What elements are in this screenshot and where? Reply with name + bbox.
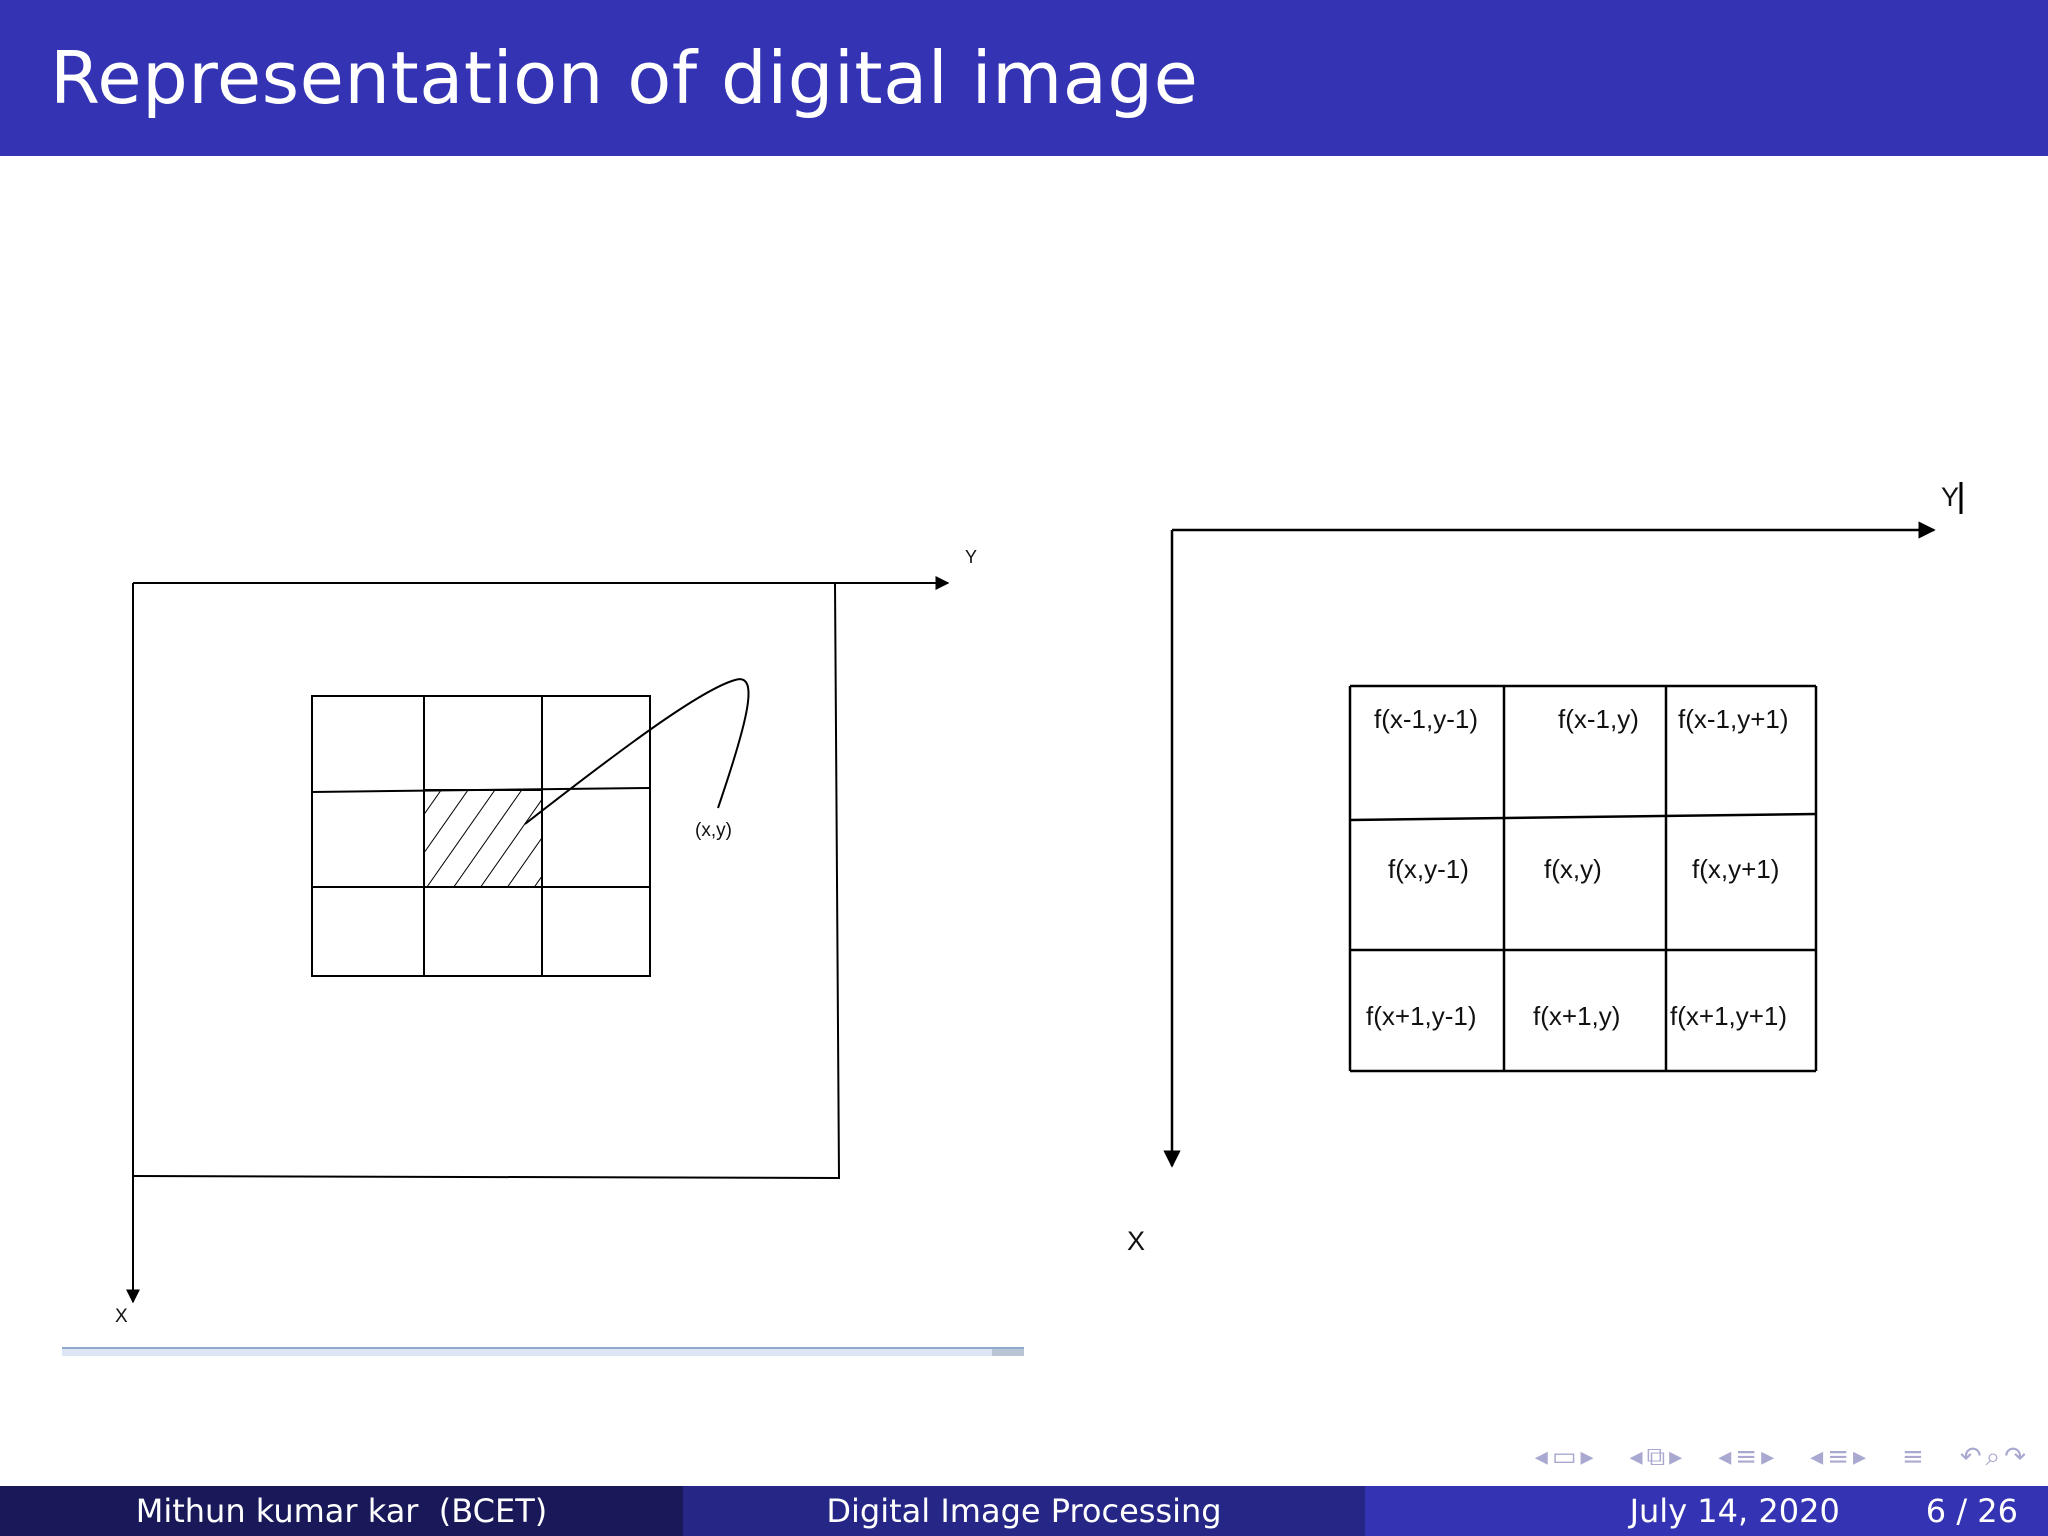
footer-author: Mithun kumar kar (BCET) (135, 1492, 548, 1530)
pixel-grid (311, 695, 651, 977)
cell-1-2: f(x,y+1) (1692, 854, 1779, 884)
subsub-prev-icon[interactable]: ◂ (1810, 1442, 1823, 1472)
cell-2-0: f(x+1,y-1) (1366, 1001, 1477, 1031)
section-next-icon[interactable]: ▸ (1761, 1442, 1774, 1472)
subsection-icon[interactable]: ⧉ (1647, 1442, 1666, 1473)
footer-date: July 14, 2020 (1629, 1492, 1840, 1530)
undo-icon[interactable]: ↶ (1960, 1442, 1982, 1472)
cell-0-1: f(x-1,y) (1558, 704, 1639, 734)
point-label: (x,y) (695, 820, 732, 841)
right-figure: Y X f(x-1,y-1) f(x-1,y) f(x-1,y+1) f(x,y… (1127, 482, 1963, 1256)
frame-next-icon[interactable]: ▸ (1580, 1442, 1593, 1472)
cell-0-0: f(x-1,y-1) (1374, 704, 1478, 734)
left-y-axis-label: Y (965, 547, 977, 567)
cell-2-1: f(x+1,y) (1533, 1001, 1620, 1031)
cell-1-0: f(x,y-1) (1388, 854, 1469, 884)
pointer-curve (524, 678, 750, 825)
section-prev-icon[interactable]: ◂ (1718, 1442, 1731, 1472)
redo-icon[interactable]: ↷ (2004, 1442, 2026, 1472)
cell-1-1: f(x,y) (1544, 854, 1602, 884)
footer-date-panel: July 14, 2020 6 / 26 (1365, 1486, 2048, 1536)
footer-author-panel: Mithun kumar kar (BCET) (0, 1486, 683, 1536)
section-icon[interactable]: ≡ (1735, 1442, 1757, 1472)
frame-icon[interactable]: ▭ (1552, 1442, 1577, 1472)
image-strip-artifact (62, 1347, 1024, 1356)
toc-icon[interactable]: ≡ (1902, 1442, 1924, 1472)
cell-2-2: f(x+1,y+1) (1670, 1001, 1787, 1031)
footer-course-panel: Digital Image Processing (683, 1486, 1365, 1536)
subsection-prev-icon[interactable]: ◂ (1630, 1442, 1643, 1472)
right-y-axis-label: Y (1941, 482, 1959, 512)
subsub-next-icon[interactable]: ▸ (1853, 1442, 1866, 1472)
search-icon[interactable]: ⌕ (1986, 1442, 2001, 1473)
neighborhood-table: f(x-1,y-1) f(x-1,y) f(x-1,y+1) f(x,y-1) … (1348, 684, 1818, 1073)
right-x-axis-label: X (1127, 1226, 1145, 1256)
frame-prev-icon[interactable]: ◂ (1535, 1442, 1548, 1472)
footer: Mithun kumar kar (BCET) Digital Image Pr… (0, 1486, 2048, 1536)
left-x-axis-label: X (115, 1306, 128, 1327)
cell-0-2: f(x-1,y+1) (1678, 704, 1789, 734)
navigation-symbols: ◂ ▭ ▸ ◂ ⧉ ▸ ◂ ≡ ▸ ◂ ≡ ▸ ≡ ↶ ⌕ ↷ (1535, 1437, 2026, 1477)
subsub-icon[interactable]: ≡ (1827, 1442, 1849, 1472)
hatched-pixel (423, 789, 543, 888)
footer-course: Digital Image Processing (826, 1492, 1222, 1530)
figure-canvas: (x,y) Y X Y X f(x-1,y-1) f(x-1,y) f(x-1,… (62, 482, 1963, 1356)
footer-page-number: 6 / 26 (1925, 1492, 2018, 1530)
subsection-next-icon[interactable]: ▸ (1669, 1442, 1682, 1472)
left-figure: (x,y) Y X (115, 547, 977, 1327)
